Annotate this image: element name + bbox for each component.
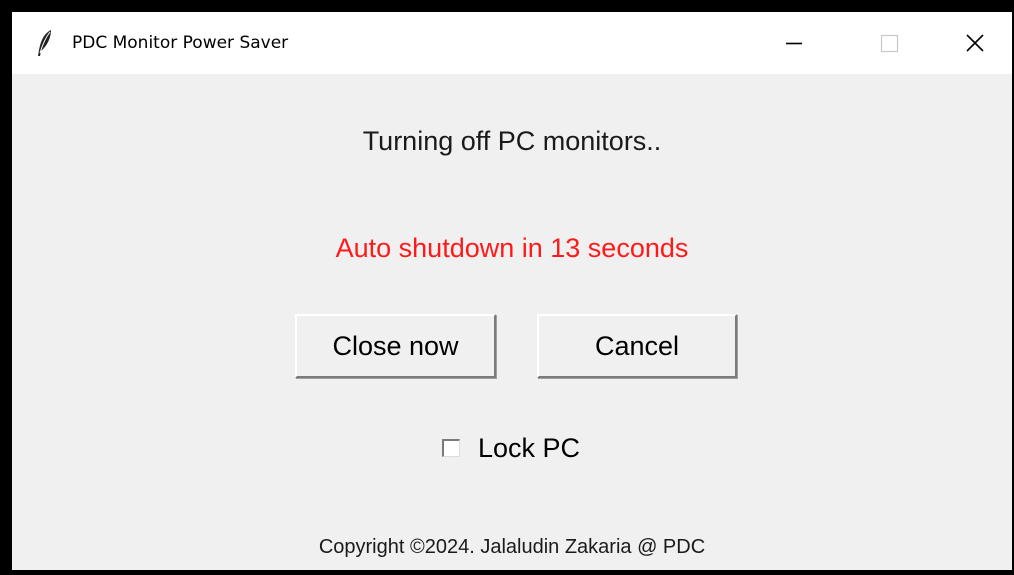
app-window: PDC Monitor Power Saver Turning off PC m… (12, 12, 1012, 570)
close-now-button[interactable]: Close now (295, 314, 496, 378)
status-heading: Turning off PC monitors.. (362, 126, 662, 156)
feather-icon (36, 29, 54, 57)
copyright-text: Copyright ©2024. Jalaludin Zakaria @ PDC (318, 536, 706, 558)
countdown-message: Auto shutdown in 13 seconds (335, 233, 689, 263)
lock-pc-label: Lock PC (478, 433, 581, 463)
window-title: PDC Monitor Power Saver (72, 33, 289, 53)
maximize-button[interactable] (840, 12, 936, 74)
lock-pc-option[interactable]: Lock PC (442, 430, 580, 466)
close-button[interactable] (936, 12, 1012, 74)
cancel-button[interactable]: Cancel (537, 314, 737, 378)
maximize-icon (880, 34, 899, 53)
lock-pc-checkbox[interactable] (442, 439, 460, 457)
title-bar[interactable]: PDC Monitor Power Saver (12, 12, 1012, 74)
close-icon (966, 34, 984, 52)
minimize-button[interactable] (744, 12, 840, 74)
